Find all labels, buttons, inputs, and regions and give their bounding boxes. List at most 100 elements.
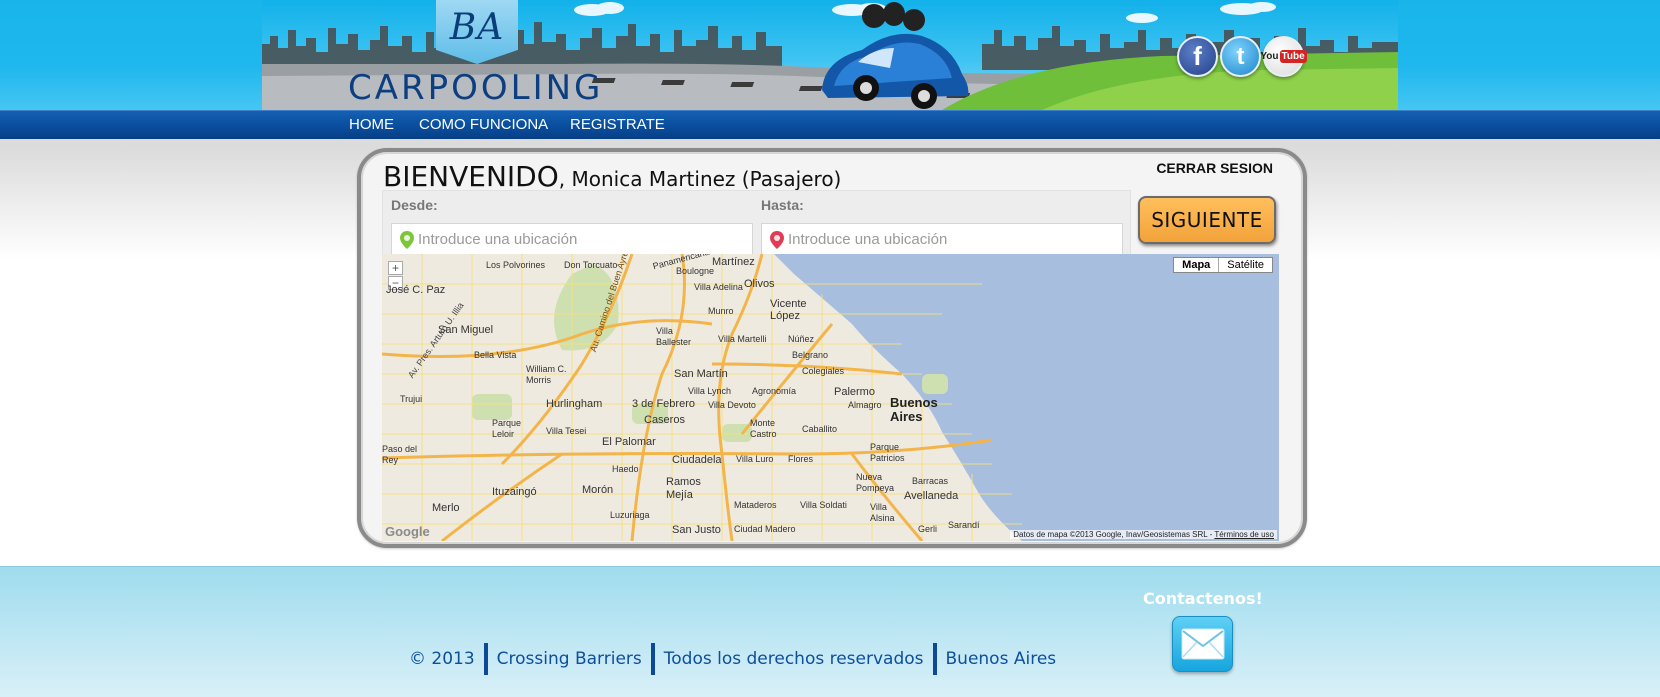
map-label: Ciudadela (672, 454, 722, 466)
to-label: Hasta: (761, 197, 804, 213)
rights-text: Todos los derechos reservados (663, 649, 924, 669)
user-name: , Monica Martinez (Pasajero) (558, 167, 842, 191)
map-label: Martínez (712, 256, 755, 268)
twitter-glyph: t (1236, 42, 1245, 70)
map-label: El Palomar (602, 436, 656, 448)
map-label: José C. Paz (386, 284, 446, 296)
facebook-icon[interactable]: f (1177, 36, 1218, 77)
map-label: Mataderos (734, 500, 777, 510)
email-icon[interactable] (1172, 616, 1233, 672)
welcome-heading: BIENVENIDO, Monica Martinez (Pasajero) (383, 160, 841, 193)
map-label: William C. Morris (526, 364, 567, 385)
map-view[interactable]: + − Mapa Satélite Martínez Los Polvorine… (382, 254, 1279, 541)
to-field[interactable] (761, 223, 1123, 256)
map-label: Don Torcuato (564, 260, 618, 270)
to-input[interactable] (788, 231, 1108, 248)
map-label: Sarandí (948, 520, 980, 530)
map-label: Villa Alsina (870, 502, 895, 523)
map-label: Olivos (744, 278, 775, 290)
nav-home[interactable]: HOME (349, 116, 394, 133)
map-label: Los Polvorines (486, 260, 546, 270)
youtube-icon[interactable]: You Tube (1260, 36, 1307, 77)
map-label: Parque Patricios (870, 442, 905, 463)
map-label: Ituzaingó (492, 486, 537, 498)
map-label: Morón (582, 484, 614, 496)
twitter-icon[interactable]: t (1220, 36, 1261, 77)
map-label: 3 de Febrero (632, 398, 695, 410)
map-type-map[interactable]: Mapa (1174, 258, 1220, 272)
logout-link[interactable]: CERRAR SESION (1156, 160, 1273, 176)
company-name: Crossing Barriers (496, 649, 642, 669)
map-label: Nueva Pompeya (856, 472, 895, 493)
google-logo: Google (385, 524, 430, 539)
red-pin-icon (770, 230, 784, 249)
map-label: Ramos Mejía (666, 476, 701, 501)
footer-divider (932, 643, 937, 675)
copyright-year: © 2013 (409, 649, 475, 669)
map-label: Merlo (432, 502, 460, 514)
facebook-glyph: f (1193, 41, 1202, 71)
map-label: Paso del Rey (382, 444, 418, 465)
youtube-glyph-you: You (1260, 51, 1279, 62)
nav-how-it-works[interactable]: COMO FUNCIONA (419, 116, 548, 133)
map-credit-text: Datos de mapa ©2013 Google, Inav/Geosist… (1013, 530, 1215, 539)
nav-register[interactable]: REGISTRATE (570, 116, 665, 133)
map-label: Villa Soldati (800, 500, 847, 510)
map-label: Agronomía (752, 386, 797, 396)
map-label: Buenos Aires (890, 395, 938, 424)
map-label: Caseros (644, 414, 685, 426)
map-label: Parque Leloir (492, 418, 522, 439)
footer-copyright: © 2013 Crossing Barriers Todos los derec… (409, 643, 1056, 675)
site-footer: © 2013 Crossing Barriers Todos los derec… (0, 566, 1660, 697)
map-label: Ciudad Madero (734, 524, 796, 534)
map-label: Villa Lynch (688, 386, 732, 396)
map-credit: Datos de mapa ©2013 Google, Inav/Geosist… (1010, 530, 1277, 539)
main-nav: HOME COMO FUNCIONA REGISTRATE (0, 110, 1660, 139)
map-label: Almagro (848, 400, 882, 410)
map-label: Trujui (400, 394, 423, 404)
logo-wordmark[interactable]: CARPOOLING (348, 68, 603, 108)
map-label: Boulogne (676, 266, 715, 276)
from-input[interactable] (418, 231, 738, 248)
route-form: Desde: Hasta: (382, 190, 1131, 258)
map-label: Munro (708, 306, 734, 316)
map-label: Luzuriaga (610, 510, 650, 520)
map-label: Barracas (912, 476, 949, 486)
zoom-in-button[interactable]: + (388, 261, 403, 275)
map-label: Haedo (612, 464, 639, 474)
search-panel: BIENVENIDO, Monica Martinez (Pasajero) C… (357, 148, 1307, 548)
envelope-icon (1181, 628, 1224, 660)
map-label: Villa Adelina (694, 282, 743, 292)
map-label: Villa Luro (736, 454, 774, 464)
map-label: Villa Ballester (656, 326, 692, 347)
map-label: Villa Tesei (546, 426, 587, 436)
site-header: BA CARPOOLING f t You Tube (0, 0, 1660, 110)
map-label: Avellaneda (904, 490, 959, 502)
youtube-glyph-tube: Tube (1279, 50, 1307, 63)
map-label: Palermo (834, 386, 875, 398)
map-label: Hurlingham (546, 398, 603, 410)
map-label: Vicente López (770, 298, 807, 322)
welcome-title: BIENVENIDO (383, 160, 559, 193)
social-links: f t You Tube (1177, 36, 1307, 77)
map-label: Flores (788, 454, 814, 464)
city-text: Buenos Aires (945, 649, 1057, 669)
map-terms-link[interactable]: Términos de uso (1214, 530, 1274, 539)
car-illustration (822, 2, 969, 109)
next-button[interactable]: SIGUIENTE (1138, 196, 1276, 244)
map-type-toggle: Mapa Satélite (1173, 257, 1273, 273)
map-label: Caballito (802, 424, 838, 434)
from-field[interactable] (391, 223, 753, 256)
map-label: Bella Vista (474, 350, 517, 360)
map-label: Núñez (788, 334, 815, 344)
map-label: San Martín (674, 368, 728, 380)
footer-divider (650, 643, 655, 675)
map-type-satellite[interactable]: Satélite (1219, 258, 1272, 272)
from-label: Desde: (391, 197, 438, 213)
map-label: Villa Devoto (708, 400, 756, 410)
contact-title: Contactenos! (1143, 589, 1263, 608)
map-label: Monte Castro (750, 418, 777, 439)
map-label: Gerli (918, 524, 938, 534)
green-pin-icon (400, 230, 414, 249)
map-label: San Justo (672, 524, 721, 536)
